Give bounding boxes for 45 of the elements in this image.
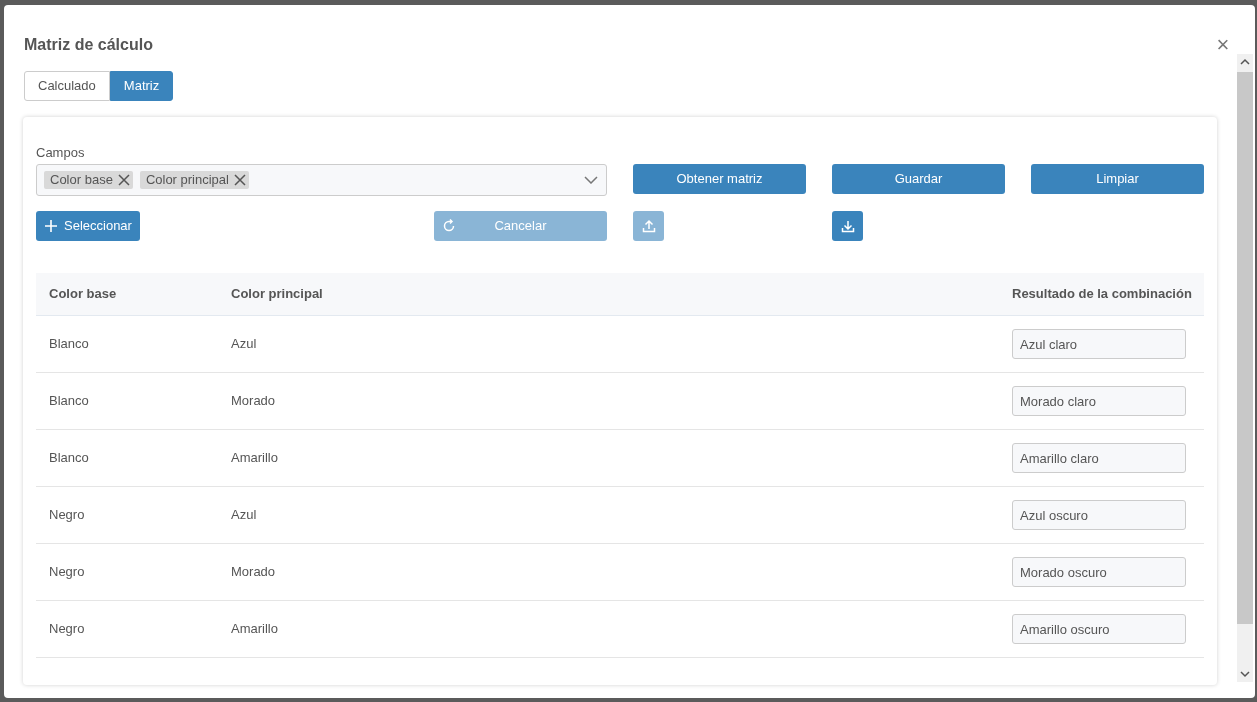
field-tag[interactable]: Color base <box>44 171 133 189</box>
table-cell-text: Negro <box>48 506 86 525</box>
action-button[interactable]: Obtener matriz <box>633 164 806 194</box>
tag-label: Color principal <box>145 171 229 190</box>
tag-label: Color base <box>50 171 113 190</box>
remove-icon[interactable] <box>232 173 247 187</box>
tab[interactable]: Calculado <box>24 71 110 101</box>
scroll-up-icon[interactable] <box>1240 58 1250 66</box>
table-cell-text: Amarillo <box>231 620 279 639</box>
close-button[interactable]: × <box>1215 35 1231 55</box>
remove-icon[interactable] <box>116 173 131 187</box>
action-button[interactable]: Guardar <box>832 164 1005 194</box>
action-button[interactable]: Limpiar <box>1031 164 1204 194</box>
action-button[interactable]: Seleccionar <box>36 211 140 241</box>
result-input[interactable]: Azul oscuro <box>1012 500 1186 530</box>
table-cell-text: Blanco <box>48 449 90 468</box>
table-cell-text: Morado <box>231 563 277 582</box>
table-cell-text: Blanco <box>48 335 90 354</box>
table-cell-text: Azul <box>231 335 258 354</box>
table-cell-text: Blanco <box>48 392 90 411</box>
download-button[interactable] <box>832 211 863 241</box>
column-header: Color principal <box>231 285 324 304</box>
tab[interactable]: Matriz <box>109 71 174 101</box>
result-input[interactable]: Azul claro <box>1012 329 1186 359</box>
upload-icon <box>641 219 656 233</box>
table-cell-text: Azul <box>231 506 258 525</box>
result-input[interactable]: Amarillo claro <box>1012 443 1186 473</box>
field-tag[interactable]: Color principal <box>139 171 249 189</box>
scroll-down-icon[interactable] <box>1240 670 1250 678</box>
fields-select[interactable]: Color base Color principal <box>36 164 607 196</box>
result-input[interactable]: Morado claro <box>1012 386 1186 416</box>
table-cell-text: Amarillo <box>231 449 279 468</box>
column-header: Color base <box>48 285 118 304</box>
chevron-down-icon <box>584 176 598 184</box>
refresh-icon <box>442 219 456 233</box>
table-cell-text: Negro <box>48 620 86 639</box>
dialog-title: Matriz de cálculo <box>24 35 153 55</box>
column-header: Resultado de la combinación <box>1012 285 1193 304</box>
download-icon <box>840 219 855 233</box>
plus-icon <box>44 219 58 233</box>
field-label: Campos <box>36 144 86 161</box>
table-cell-text: Morado <box>231 392 277 411</box>
result-input[interactable]: Morado oscuro <box>1012 557 1186 587</box>
result-input[interactable]: Amarillo oscuro <box>1012 614 1186 644</box>
table-cell-text: Negro <box>48 563 86 582</box>
